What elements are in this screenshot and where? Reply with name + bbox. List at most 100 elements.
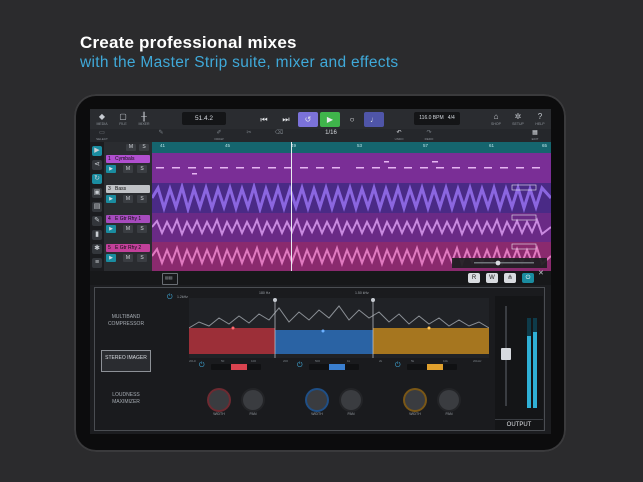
redo-icon: ↷ <box>426 130 432 136</box>
top-toolbar: ◆ MEDIA ▢ FILE ╫ MIXER 51.4.2 ⏮ ⏭ ↺ ▶ ○ ♩ 1… <box>90 109 551 129</box>
band-low-pan-knob[interactable] <box>243 390 263 410</box>
rewind-button[interactable]: ⏮ <box>254 112 274 127</box>
mixer-bar: ▤▤ R W ⋔ ⏻ ✕ <box>90 269 551 285</box>
track-solo-button[interactable]: S <box>137 254 147 262</box>
loop-button[interactable]: ↺ <box>298 112 318 127</box>
forward-button[interactable]: ⏭ <box>276 112 296 127</box>
track-mute-button[interactable]: M <box>123 254 133 262</box>
mixer-button[interactable]: ╫ MIXER <box>137 112 151 126</box>
track-area: 1 Cymbals ▶ M S 3 Bass ▶ M S 4 E Gtr Rhy… <box>104 153 551 271</box>
record-button[interactable]: ○ <box>342 112 362 127</box>
gtr2-waveform <box>151 243 551 268</box>
help-button[interactable]: ? HELP <box>533 112 547 126</box>
scissors-tool[interactable]: ✂ <box>240 130 258 137</box>
snap-value[interactable]: 1/16 <box>320 130 342 137</box>
track-header-gtr2[interactable]: 5E Gtr Rhy 2 ▶ M S <box>104 242 152 271</box>
band-mid-bar[interactable] <box>309 364 359 370</box>
master-strip: MULTIBAND COMPRESSOR STEREO IMAGER LOUDN… <box>90 285 551 434</box>
playhead[interactable] <box>291 142 292 271</box>
band-mid-power-icon[interactable]: ⏻ <box>297 362 303 370</box>
lane-gtr1[interactable] <box>151 213 551 242</box>
tempo-display[interactable]: 116.0 BPM 4/4 <box>414 112 460 125</box>
select-tool[interactable]: ▭ SELECT <box>93 130 111 141</box>
band-mid-pan-knob[interactable] <box>341 390 361 410</box>
erase-tool[interactable]: ⌫ <box>270 130 288 137</box>
shop-button[interactable]: ⌂ SHOP <box>489 112 503 126</box>
module-power-icon[interactable]: ⏻ <box>167 294 173 302</box>
play-button[interactable]: ▶ <box>320 112 340 127</box>
lock-button[interactable]: ▮ <box>92 230 102 240</box>
multiband-compressor-button[interactable]: MULTIBAND COMPRESSOR <box>101 310 151 332</box>
track-mute-button[interactable]: M <box>123 225 133 233</box>
track-buttons: ▶ M S <box>106 254 150 262</box>
band-mid-width-knob[interactable] <box>307 390 327 410</box>
list-button[interactable]: ≡ <box>92 258 102 268</box>
file-button[interactable]: ▢ FILE <box>116 112 130 126</box>
track-solo-button[interactable]: S <box>137 195 147 203</box>
track-solo-button[interactable]: S <box>137 225 147 233</box>
write-automation-button[interactable]: W <box>486 273 498 283</box>
band-mid-controls: ⏻ <box>297 362 375 372</box>
band-low-power-icon[interactable]: ⏻ <box>199 362 205 370</box>
band-high-power-icon[interactable]: ⏻ <box>395 362 401 370</box>
close-icon[interactable]: ✕ <box>538 269 550 279</box>
sync-button[interactable]: ↻ <box>92 174 102 184</box>
fx-button[interactable]: ✱ <box>92 244 102 254</box>
track-header-bass[interactable]: 3 Bass ▶ M S <box>104 183 152 213</box>
redo-button[interactable]: ↷ REDO <box>420 130 438 141</box>
track-header-gtr1[interactable]: 4E Gtr Rhy 1 ▶ M S <box>104 213 152 242</box>
master-mute[interactable]: M <box>126 144 136 151</box>
pencil-tool[interactable]: ✎ <box>152 130 170 137</box>
band-high-pan-knob[interactable] <box>439 390 459 410</box>
lane-gtr2[interactable] <box>151 242 551 271</box>
loudness-maximizer-button[interactable]: LOUDNESS MAXIMIZER <box>101 388 151 410</box>
keyboard-button[interactable]: ▤ <box>92 202 102 212</box>
band-low-fill <box>231 364 247 370</box>
loop-icon: ↺ <box>304 115 312 124</box>
media-button[interactable]: ◆ MEDIA <box>95 112 109 126</box>
meter-right-fill <box>533 331 537 408</box>
stereo-spectrum[interactable]: 1.2kHz 180 Hz 1.50 kHz 20Hz 50 100 200 5… <box>177 291 490 363</box>
stereo-imager-button[interactable]: STEREO IMAGER <box>101 350 151 372</box>
pen-icon: ✎ <box>94 217 100 224</box>
routing-button[interactable]: ⋔ <box>504 273 516 283</box>
media-icon: ◆ <box>98 112 106 121</box>
master-solo[interactable]: S <box>139 144 149 151</box>
metronome-button[interactable]: ♩ <box>364 112 384 127</box>
output-fader-handle[interactable] <box>501 348 511 360</box>
track-mute-button[interactable]: M <box>123 195 133 203</box>
pen-button[interactable]: ✎ <box>92 216 102 226</box>
draw-tool[interactable]: ✐ DRAW <box>210 130 228 141</box>
track-play-button[interactable]: ▶ <box>106 225 116 233</box>
edit-mode-button[interactable]: ▤▤ <box>162 273 178 285</box>
skip-forward-icon: ⏭ <box>282 115 290 124</box>
position-display[interactable]: 51.4.2 <box>182 112 226 125</box>
track-header-cymbals[interactable]: 1 Cymbals ▶ M S <box>104 153 152 183</box>
track-play-button[interactable]: ▶ <box>106 254 116 262</box>
band-high-bar[interactable] <box>407 364 457 370</box>
subline: with the Master Strip suite, mixer and e… <box>80 54 399 71</box>
lock-icon: ▮ <box>95 231 99 238</box>
timeline-ruler[interactable]: 41 45 49 53 57 61 65 <box>152 142 551 153</box>
band-low-bar[interactable] <box>211 364 261 370</box>
pencil-icon: ✎ <box>158 130 164 136</box>
edit-button[interactable]: ▦ EDIT <box>526 130 544 141</box>
read-automation-button[interactable]: R <box>468 273 480 283</box>
share-button[interactable]: ⋖ <box>92 160 102 170</box>
track-view-button[interactable]: ▶ <box>92 146 102 156</box>
lane-bass[interactable] <box>150 181 551 215</box>
band-high-width-knob[interactable] <box>405 390 425 410</box>
track-mute-button[interactable]: M <box>123 165 133 173</box>
track-play-button[interactable]: ▶ <box>106 165 116 173</box>
eraser-icon: ⌫ <box>274 130 284 136</box>
track-play-button[interactable]: ▶ <box>106 195 116 203</box>
lane-cymbals[interactable] <box>152 153 551 183</box>
band-low-width-knob[interactable] <box>209 390 229 410</box>
power-button[interactable]: ⏻ <box>522 273 534 283</box>
undo-button[interactable]: ↶ UNDO <box>390 130 408 141</box>
track-solo-button[interactable]: S <box>137 165 147 173</box>
setup-button[interactable]: ✲ SETUP <box>511 112 525 126</box>
spectrum-graph <box>188 298 490 358</box>
play-icon: ▶ <box>94 147 100 154</box>
monitor-button[interactable]: ▣ <box>92 188 102 198</box>
